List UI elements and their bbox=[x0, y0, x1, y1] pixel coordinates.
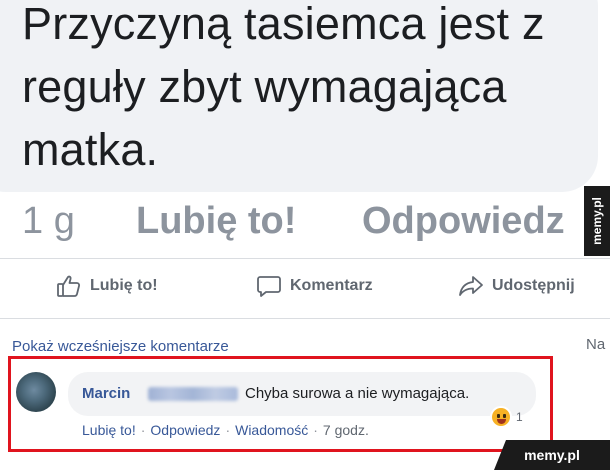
post-time: 1 g bbox=[22, 200, 75, 242]
like-button-label: Lubię to! bbox=[90, 277, 158, 294]
divider bbox=[0, 258, 610, 259]
comment-icon bbox=[256, 274, 282, 298]
post-text-line: matka. bbox=[22, 124, 159, 175]
like-button[interactable]: Lubię to! bbox=[56, 274, 158, 298]
watermark-side: memy.pl bbox=[584, 186, 610, 256]
share-button-label: Udostępnij bbox=[492, 277, 575, 294]
watermark-corner: memy.pl bbox=[494, 440, 610, 470]
share-icon bbox=[458, 274, 484, 298]
share-button[interactable]: Udostępnij bbox=[458, 274, 575, 298]
thumbs-up-icon bbox=[56, 274, 82, 298]
divider bbox=[0, 318, 610, 319]
post-action-bar: Lubię to! Komentarz Udostępnij bbox=[0, 270, 610, 310]
highlight-box bbox=[8, 356, 553, 452]
post-like-link[interactable]: Lubię to! bbox=[136, 200, 296, 250]
comment-button-label: Komentarz bbox=[290, 277, 373, 294]
post-text-line: reguły zbyt wymagająca bbox=[22, 61, 507, 112]
post-text: Przyczyną tasiemca jest z reguły zbyt wy… bbox=[22, 0, 582, 181]
watermark-side-text: memy.pl bbox=[590, 197, 605, 245]
show-previous-comments-link[interactable]: Pokaż wcześniejsze komentarze bbox=[12, 338, 229, 355]
cutoff-text: Na bbox=[586, 336, 606, 353]
post-text-line: Przyczyną tasiemca jest z bbox=[22, 0, 545, 49]
post-reply-link[interactable]: Odpowiedz bbox=[362, 200, 565, 250]
comment-button[interactable]: Komentarz bbox=[256, 274, 373, 298]
